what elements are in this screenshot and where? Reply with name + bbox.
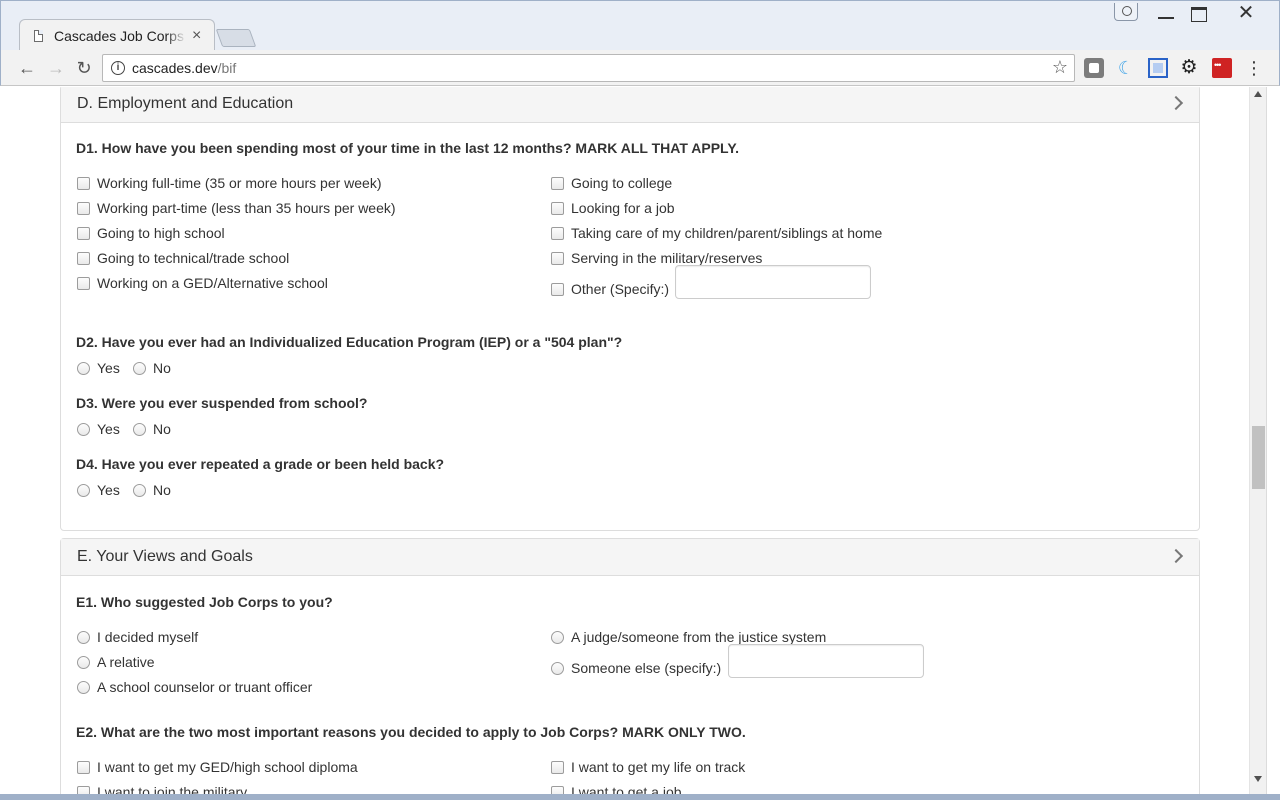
new-tab-button[interactable] (215, 29, 257, 47)
option-label: I decided myself (97, 629, 199, 645)
option-label: Working on a GED/Alternative school (97, 275, 328, 291)
browser-tab[interactable]: Cascades Job Corps × (19, 19, 215, 51)
radio-button[interactable] (551, 631, 564, 644)
checkbox[interactable] (551, 177, 564, 190)
browser-titlebar: Cascades Job Corps × ✕ (0, 0, 1280, 51)
gear-icon[interactable]: ⚙ (1179, 58, 1199, 78)
panel-title: E. Your Views and Goals (77, 548, 253, 565)
extension-icon[interactable] (1084, 58, 1104, 78)
checkbox[interactable] (551, 252, 564, 265)
url-text: cascades.dev/bif (132, 60, 236, 76)
checkbox[interactable] (551, 761, 564, 774)
url-path: /bif (217, 60, 237, 76)
checkbox[interactable] (77, 277, 90, 290)
forward-icon[interactable]: → (44, 56, 68, 80)
checkbox[interactable] (551, 786, 564, 794)
bookmark-star-icon[interactable]: ☆ (1052, 57, 1068, 78)
option-label: I want to get a job (571, 784, 682, 794)
checkbox[interactable] (551, 283, 564, 296)
option-label: A relative (97, 654, 155, 670)
question-d3: D3. Were you ever suspended from school? (76, 395, 368, 411)
question-d4: D4. Have you ever repeated a grade or be… (76, 456, 445, 472)
option-label: No (153, 421, 171, 437)
screen-capture-icon[interactable] (1148, 58, 1168, 78)
radio-button[interactable] (133, 484, 146, 497)
tab-close-icon[interactable]: × (192, 26, 201, 46)
panel-heading-e[interactable]: E. Your Views and Goals (61, 539, 1199, 576)
reload-icon[interactable]: ↻ (72, 56, 96, 80)
radio-button[interactable] (133, 362, 146, 375)
option-label: Working full-time (35 or more hours per … (97, 175, 382, 191)
radio-button[interactable] (77, 681, 90, 694)
menu-icon[interactable]: ⋮ (1244, 58, 1264, 78)
scroll-up-arrow-icon[interactable] (1254, 91, 1262, 97)
back-icon[interactable]: ← (15, 56, 39, 80)
chevron-right-icon[interactable] (1168, 95, 1184, 111)
option-label: Yes (97, 482, 120, 498)
wave-extension-icon[interactable]: ☾ (1116, 58, 1136, 78)
scroll-down-arrow-icon[interactable] (1254, 776, 1262, 782)
radio-button[interactable] (77, 484, 90, 497)
page-viewport: D. Employment and Education D1. How have… (1, 87, 1249, 794)
option-label: Going to technical/trade school (97, 250, 290, 266)
checkbox[interactable] (551, 202, 564, 215)
panel-title: D. Employment and Education (77, 95, 294, 112)
option-label: A judge/someone from the justice system (571, 629, 827, 645)
option-label: Yes (97, 360, 120, 376)
option-label: I want to join the military (97, 784, 248, 794)
radio-button[interactable] (77, 656, 90, 669)
checkbox[interactable] (77, 786, 90, 794)
option-label: Yes (97, 421, 120, 437)
checkbox[interactable] (77, 202, 90, 215)
radio-button[interactable] (133, 423, 146, 436)
lastpass-icon[interactable] (1212, 58, 1232, 78)
question-e2: E2. What are the two most important reas… (76, 724, 746, 740)
question-d2: D2. Have you ever had an Individualized … (76, 334, 623, 350)
option-label: No (153, 360, 171, 376)
option-label: Working part-time (less than 35 hours pe… (97, 200, 396, 216)
address-bar[interactable]: i cascades.dev/bif ☆ (102, 54, 1075, 82)
url-host: cascades.dev (132, 60, 218, 76)
option-label: Serving in the military/reserves (571, 250, 763, 266)
option-label: Someone else (specify:) (571, 660, 722, 676)
option-label: Looking for a job (571, 200, 675, 216)
option-label: I want to get my GED/high school diploma (97, 759, 358, 775)
option-label: No (153, 482, 171, 498)
info-icon[interactable]: i (111, 61, 125, 75)
radio-button[interactable] (77, 423, 90, 436)
radio-button[interactable] (551, 662, 564, 675)
page-icon (34, 30, 43, 42)
maximize-icon[interactable] (1189, 5, 1209, 22)
other-specify-input[interactable] (675, 265, 871, 299)
checkbox[interactable] (77, 252, 90, 265)
checkbox[interactable] (77, 227, 90, 240)
browser-toolbar: ← → ↻ i cascades.dev/bif ☆ ☾ ⚙ ⋮ (0, 50, 1280, 86)
panel-section-d: D. Employment and Education D1. How have… (60, 87, 1200, 531)
checkbox[interactable] (551, 227, 564, 240)
option-label: A school counselor or truant officer (97, 679, 313, 695)
panel-section-e: E. Your Views and Goals E1. Who suggeste… (60, 538, 1200, 794)
window-bottom-edge (0, 794, 1280, 800)
minimize-icon[interactable] (1157, 5, 1175, 23)
option-label: Other (Specify:) (571, 281, 670, 297)
chevron-right-icon[interactable] (1168, 548, 1184, 564)
question-e1: E1. Who suggested Job Corps to you? (76, 594, 333, 610)
radio-button[interactable] (77, 631, 90, 644)
option-label: Going to high school (97, 225, 225, 241)
profile-icon[interactable] (1114, 3, 1138, 21)
checkbox[interactable] (77, 177, 90, 190)
radio-button[interactable] (77, 362, 90, 375)
someone-else-specify-input[interactable] (728, 644, 924, 678)
question-d1: D1. How have you been spending most of y… (76, 140, 740, 156)
checkbox[interactable] (77, 761, 90, 774)
tab-title: Cascades Job Corps (54, 28, 186, 44)
vertical-scrollbar[interactable] (1249, 87, 1266, 794)
option-label: I want to get my life on track (571, 759, 746, 775)
window-right-edge (1266, 87, 1280, 794)
scrollbar-thumb[interactable] (1252, 426, 1265, 489)
option-label: Taking care of my children/parent/siblin… (571, 225, 883, 241)
close-window-icon[interactable]: ✕ (1233, 2, 1259, 24)
panel-heading-d[interactable]: D. Employment and Education (61, 87, 1199, 123)
option-label: Going to college (571, 175, 673, 191)
